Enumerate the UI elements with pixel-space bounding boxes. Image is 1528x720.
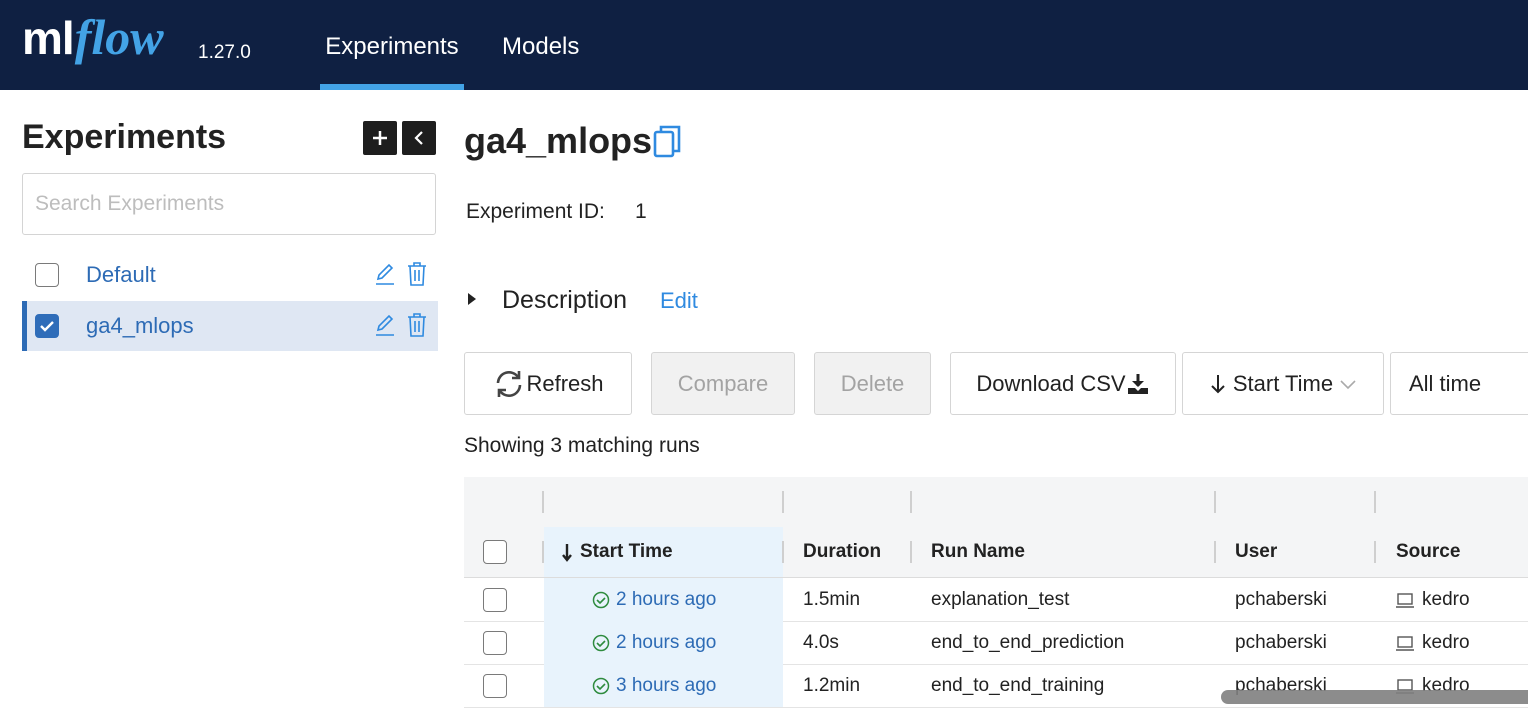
sort-by-label: Start Time	[1232, 370, 1334, 396]
row-checkbox[interactable]	[483, 631, 507, 655]
chevron-down-icon	[1340, 379, 1356, 389]
column-header-run-name[interactable]: Run Name	[931, 527, 1025, 577]
top-navbar: ml flow 1.27.0 Experiments Models	[0, 0, 1528, 90]
check-circle-icon	[592, 677, 610, 695]
run-user: pchaberski	[1235, 632, 1327, 653]
run-start-time-link[interactable]: 2 hours ago	[616, 578, 716, 621]
trash-icon[interactable]	[406, 312, 428, 338]
delete-label: Delete	[840, 370, 905, 396]
nav-tab-models[interactable]: Models	[502, 0, 579, 90]
sort-by-select[interactable]: Start Time	[1182, 352, 1384, 415]
runs-table: Start Time Duration Run Name User Source…	[464, 477, 1528, 708]
selected-indicator	[22, 301, 27, 351]
column-separator	[782, 541, 784, 563]
description-edit-link[interactable]: Edit	[660, 288, 698, 314]
experiment-id-label: Experiment ID:	[466, 200, 605, 223]
trash-icon[interactable]	[406, 261, 428, 287]
refresh-button[interactable]: Refresh	[464, 352, 632, 415]
run-duration: 1.2min	[803, 675, 861, 696]
nav-tab-models-label: Models	[502, 33, 580, 60]
run-duration: 1.5min	[803, 589, 861, 610]
column-separator	[910, 491, 912, 513]
table-group-header	[464, 477, 1528, 528]
horizontal-scrollbar[interactable]	[1221, 690, 1528, 704]
caret-right-icon[interactable]	[468, 293, 476, 305]
run-name: explanation_test	[931, 589, 1070, 610]
search-experiments-input[interactable]	[22, 173, 436, 235]
table-row[interactable]: 2 hours ago 4.0s end_to_end_prediction p…	[464, 621, 1528, 665]
compare-label: Compare	[677, 370, 769, 396]
time-filter-label: All time	[1409, 370, 1482, 396]
chevron-left-icon	[414, 131, 423, 145]
experiment-list-item-default[interactable]: Default	[22, 250, 438, 300]
column-header-source[interactable]: Source	[1396, 527, 1460, 577]
column-separator	[910, 541, 912, 563]
experiment-checkbox[interactable]	[35, 314, 59, 338]
column-separator	[542, 541, 544, 563]
mlflow-logo[interactable]: ml flow	[22, 8, 164, 78]
download-icon	[1127, 373, 1148, 394]
laptop-icon	[1396, 593, 1414, 608]
column-separator	[1374, 491, 1376, 513]
run-duration: 4.0s	[803, 632, 839, 653]
check-circle-icon	[592, 591, 610, 609]
time-filter-select[interactable]: All time	[1390, 352, 1528, 415]
run-start-time-link[interactable]: 3 hours ago	[616, 664, 716, 707]
check-circle-icon	[592, 634, 610, 652]
table-header: Start Time Duration Run Name User Source	[464, 527, 1528, 578]
run-source[interactable]: kedro	[1422, 621, 1470, 664]
column-separator	[782, 491, 784, 513]
select-all-checkbox[interactable]	[483, 540, 507, 564]
column-separator	[542, 491, 544, 513]
active-tab-indicator	[320, 84, 464, 90]
experiment-name[interactable]: Default	[86, 262, 156, 288]
checkmark-icon	[40, 321, 54, 332]
column-header-user[interactable]: User	[1235, 527, 1277, 577]
column-separator	[1214, 541, 1216, 563]
matching-runs-count: Showing 3 matching runs	[464, 434, 700, 457]
logo-ml-text: ml	[22, 12, 75, 64]
copy-icon[interactable]	[652, 124, 684, 160]
run-user: pchaberski	[1235, 589, 1327, 610]
row-checkbox[interactable]	[483, 674, 507, 698]
delete-button[interactable]: Delete	[814, 352, 931, 415]
nav-tab-experiments-label: Experiments	[325, 33, 459, 60]
sort-desc-icon	[562, 544, 572, 562]
edit-icon[interactable]	[374, 313, 396, 337]
compare-button[interactable]: Compare	[651, 352, 795, 415]
collapse-sidebar-button[interactable]	[402, 121, 436, 155]
experiment-checkbox[interactable]	[35, 263, 59, 287]
run-name: end_to_end_training	[931, 675, 1105, 696]
experiment-list-item-ga4-mlops[interactable]: ga4_mlops	[22, 301, 438, 351]
logo-flow-text: flow	[74, 9, 164, 65]
refresh-label: Refresh	[526, 370, 604, 396]
column-separator	[1214, 491, 1216, 513]
run-start-time-link[interactable]: 2 hours ago	[616, 621, 716, 664]
run-name: end_to_end_prediction	[931, 632, 1125, 653]
arrow-down-icon	[1211, 374, 1225, 393]
column-header-duration[interactable]: Duration	[803, 527, 881, 577]
column-separator	[1374, 541, 1376, 563]
sidebar-title: Experiments	[22, 118, 227, 156]
laptop-icon	[1396, 636, 1414, 651]
description-toggle[interactable]: Description	[502, 286, 627, 315]
experiment-name[interactable]: ga4_mlops	[86, 313, 194, 339]
version-label: 1.27.0	[198, 42, 251, 63]
experiment-id-value: 1	[635, 200, 647, 223]
plus-icon	[373, 131, 387, 145]
download-csv-label: Download CSV	[976, 370, 1126, 396]
experiment-title: ga4_mlops	[464, 120, 653, 161]
column-header-start-time[interactable]: Start Time	[580, 527, 673, 577]
download-csv-button[interactable]: Download CSV	[950, 352, 1176, 415]
table-row[interactable]: 2 hours ago 1.5min explanation_test pcha…	[464, 578, 1528, 622]
add-experiment-button[interactable]	[363, 121, 397, 155]
refresh-icon	[497, 370, 522, 397]
row-checkbox[interactable]	[483, 588, 507, 612]
edit-icon[interactable]	[374, 262, 396, 286]
nav-tab-experiments[interactable]: Experiments	[320, 0, 464, 90]
run-source[interactable]: kedro	[1422, 578, 1470, 621]
